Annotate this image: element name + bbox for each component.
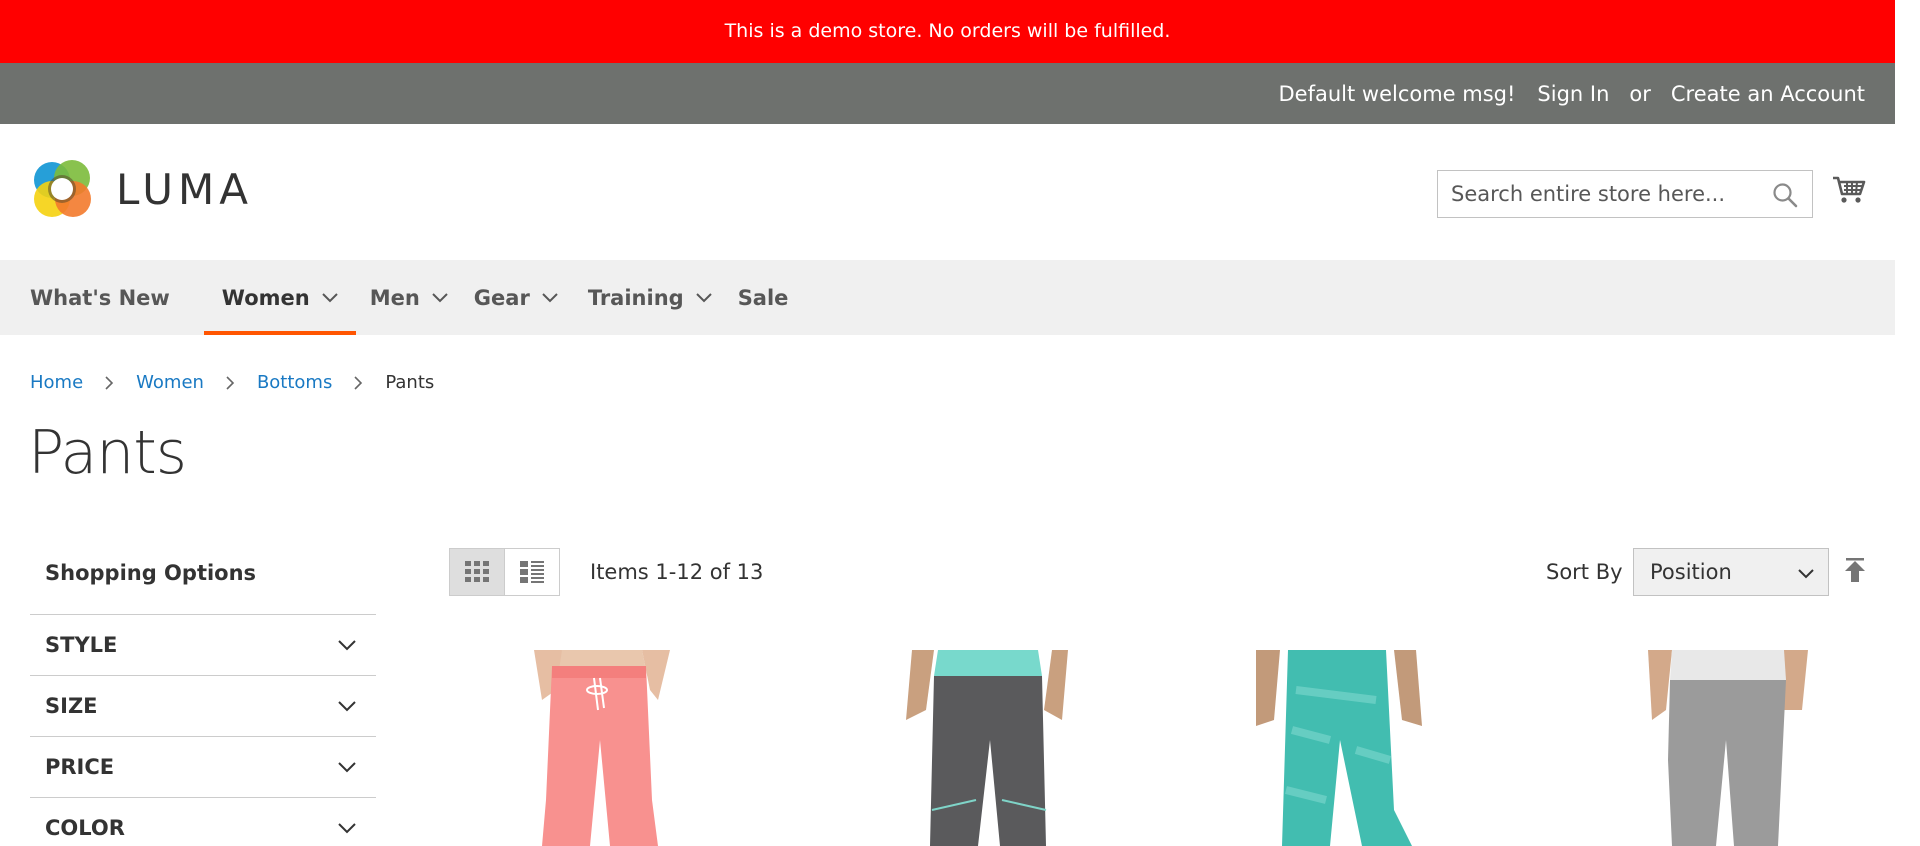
product-image-teal-pants[interactable] (1226, 650, 1456, 846)
chevron-down-icon (321, 292, 338, 302)
sort-direction-arrow-icon[interactable] (1844, 558, 1866, 582)
product-photo (1226, 650, 1456, 846)
chevron-right-icon (105, 375, 114, 390)
nav-item-label: Training (587, 285, 684, 310)
nav-item-sale[interactable]: Sale (730, 260, 807, 335)
site-header: LUMA (0, 124, 1895, 260)
page: This is a demo store. No orders will be … (0, 0, 1895, 846)
shopping-options-title: Shopping Options (30, 545, 376, 615)
sign-in-link[interactable]: Sign In (1537, 82, 1609, 106)
logo[interactable]: LUMA (30, 156, 253, 222)
welcome-message: Default welcome msg! (1278, 81, 1516, 106)
search-input[interactable] (1438, 171, 1758, 217)
chevron-down-icon (432, 292, 448, 302)
filter-size[interactable]: SIZE (30, 676, 376, 737)
filter-label: STYLE (45, 633, 118, 657)
chevron-down-icon (338, 762, 356, 773)
filter-label: SIZE (45, 694, 98, 718)
demo-notice-text: This is a demo store. No orders will be … (724, 20, 1171, 42)
items-count: Items 1-12 of 13 (590, 560, 764, 584)
list-icon (519, 561, 544, 583)
luma-logo-icon (34, 160, 91, 217)
product-photo (482, 650, 712, 846)
product-image-pink-pants[interactable] (482, 650, 712, 846)
cart-icon[interactable] (1832, 172, 1866, 206)
chevron-down-icon (338, 640, 356, 651)
shopping-options-sidebar: Shopping Options STYLE SIZE PRICE COLOR (30, 545, 376, 846)
logo-text: LUMA (116, 164, 254, 214)
filter-color[interactable]: COLOR (30, 798, 376, 846)
nav-item-whats-new[interactable]: What's New (12, 260, 204, 335)
nav-item-label: Gear (473, 285, 530, 310)
chevron-right-icon (354, 375, 363, 390)
chevron-down-icon (338, 701, 356, 712)
chevron-down-icon (695, 292, 712, 302)
nav-item-training[interactable]: Training (576, 260, 730, 335)
products-toolbar: Items 1-12 of 13 Sort By Position (449, 548, 1869, 596)
sort-by-value: Position (1650, 560, 1732, 584)
create-account-link[interactable]: Create an Account (1671, 82, 1865, 106)
breadcrumb-home-link[interactable]: Home (30, 372, 83, 393)
breadcrumb-women-link[interactable]: Women (136, 372, 204, 393)
nav-item-label: What's New (30, 285, 170, 310)
top-links: Default welcome msg! Sign In or Create a… (1278, 63, 1865, 124)
search-box (1437, 170, 1813, 218)
demo-notice-banner: This is a demo store. No orders will be … (0, 0, 1895, 63)
product-photo (866, 650, 1096, 846)
breadcrumb-current: Pants (385, 372, 435, 393)
nav-item-men[interactable]: Men (356, 260, 466, 335)
grid-view-button[interactable] (450, 549, 505, 595)
chevron-down-icon (338, 823, 356, 834)
chevron-down-icon (542, 292, 558, 302)
product-photo (1612, 650, 1842, 846)
sort-by-label: Sort By (1546, 560, 1623, 584)
breadcrumb: Home Women Bottoms Pants (30, 372, 434, 393)
grid-icon (464, 561, 489, 582)
nav-item-label: Men (369, 285, 420, 310)
nav-item-gear[interactable]: Gear (466, 260, 576, 335)
chevron-right-icon (226, 375, 235, 390)
nav-item-women[interactable]: Women (203, 260, 356, 335)
nav-item-label: Sale (737, 285, 789, 310)
sort-by-select[interactable]: Position (1633, 548, 1829, 596)
product-image-grey-teal-pants[interactable] (866, 650, 1096, 846)
product-image-grey-white-pants[interactable] (1612, 650, 1842, 846)
search-icon[interactable] (1772, 182, 1798, 208)
view-mode-switcher (449, 548, 560, 596)
filter-label: COLOR (45, 816, 125, 840)
page-title: Pants (28, 418, 187, 488)
breadcrumb-bottoms-link[interactable]: Bottoms (257, 372, 332, 393)
chevron-down-icon (1798, 569, 1814, 579)
main-navigation: What's New Women Men Gear Training Sale (0, 260, 1895, 335)
filter-price[interactable]: PRICE (30, 737, 376, 798)
list-view-button[interactable] (505, 549, 560, 595)
nav-item-label: Women (221, 285, 310, 310)
filter-style[interactable]: STYLE (30, 615, 376, 676)
top-links-bar: Default welcome msg! Sign In or Create a… (0, 63, 1895, 124)
filter-label: PRICE (45, 755, 115, 779)
or-text: or (1629, 81, 1651, 106)
